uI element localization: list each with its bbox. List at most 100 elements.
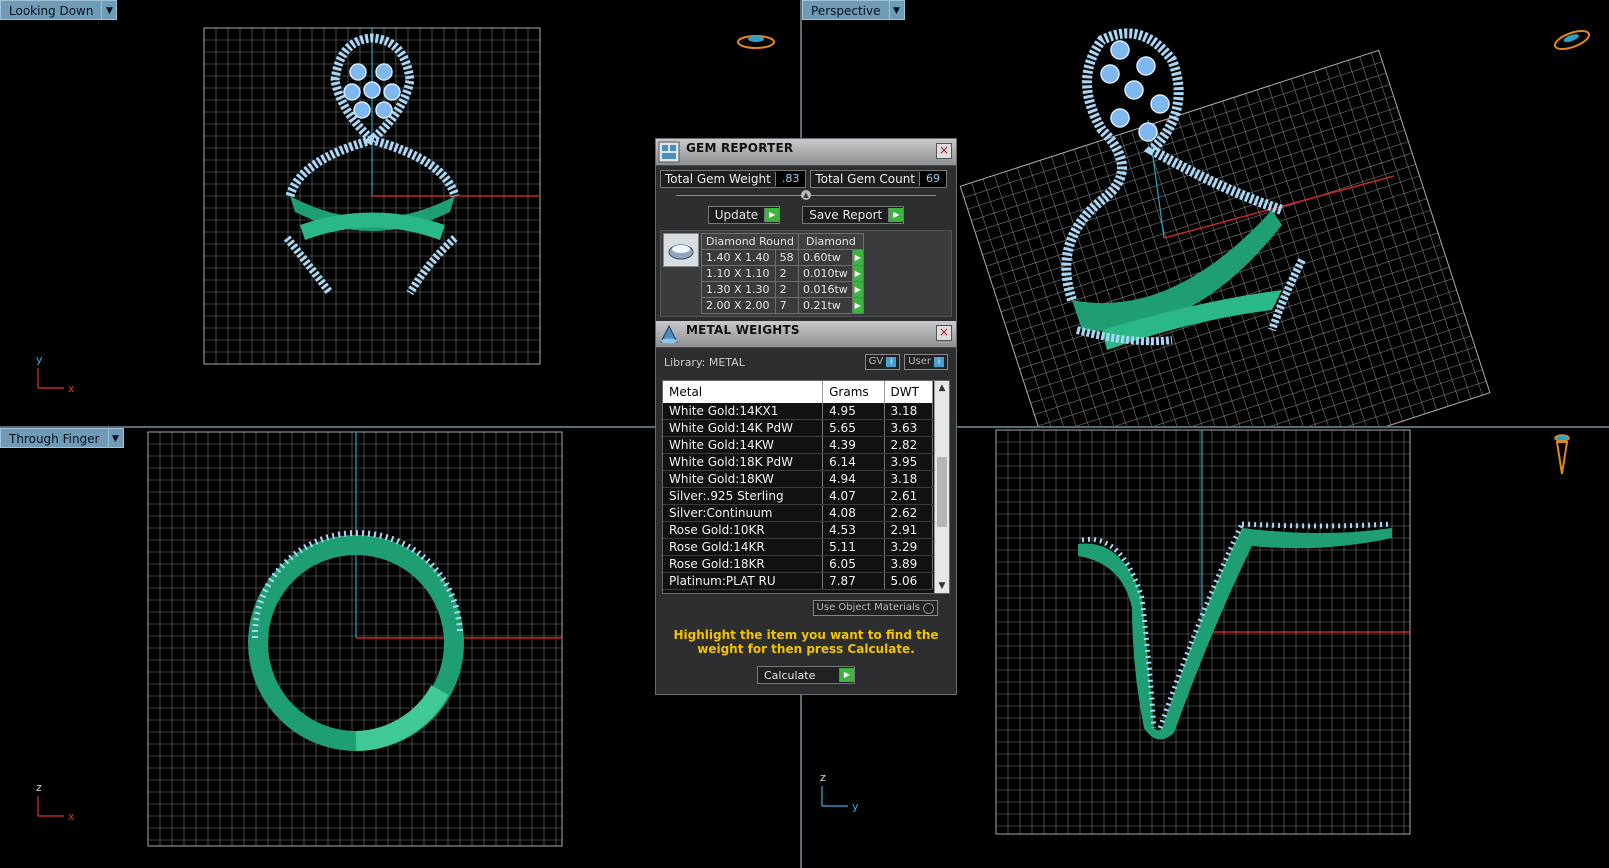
metal-dwt: 3.18 xyxy=(884,470,934,488)
metal-weights-title: METAL WEIGHTS xyxy=(686,323,800,337)
metal-name: White Gold:18K PdW xyxy=(663,453,824,471)
chevron-down-icon[interactable]: ▼ xyxy=(107,428,124,448)
view-selector-through-finger[interactable]: Through Finger ▼ xyxy=(0,428,124,448)
metal-row[interactable]: Rose Gold:14KR 5.11 3.29 xyxy=(663,538,934,556)
scroll-up-icon[interactable]: ▲ xyxy=(935,381,949,395)
close-icon[interactable]: × xyxy=(936,325,952,341)
user-label: User xyxy=(908,356,931,367)
gem-row[interactable]: 1.30 X 1.30 2 0.016tw ▶ xyxy=(701,281,864,298)
grams-column-header[interactable]: Grams xyxy=(822,381,885,403)
metal-list-scrollbar[interactable]: ▲ ▼ xyxy=(934,381,949,593)
gem-row[interactable]: 1.10 X 1.10 2 0.010tw ▶ xyxy=(701,265,864,282)
gem-reporter-title: GEM REPORTER xyxy=(686,141,794,155)
metal-grams: 4.39 xyxy=(822,436,885,454)
update-button[interactable]: Update ▶ xyxy=(707,206,781,224)
gem-row[interactable]: 2.00 X 2.00 7 0.21tw ▶ xyxy=(701,297,864,314)
dwt-column-header[interactable]: DWT xyxy=(884,381,934,403)
axis-z-label: z xyxy=(36,781,42,794)
gem-size: 1.30 X 1.30 xyxy=(701,281,776,298)
total-gem-count: Total Gem Count 69 xyxy=(810,170,948,188)
metal-dwt: 3.95 xyxy=(884,453,934,471)
gem-count: 2 xyxy=(774,281,799,298)
metal-grams: 5.65 xyxy=(822,419,885,437)
use-object-materials-label: Use Object Materials xyxy=(816,602,920,613)
gem-count: 58 xyxy=(774,249,799,266)
scroll-down-icon[interactable]: ▼ xyxy=(935,579,949,593)
select-gem-button[interactable]: ▶ xyxy=(851,265,864,282)
metal-name: Platinum:PLAT RU xyxy=(663,572,824,590)
metal-weights-titlebar[interactable]: METAL WEIGHTS × xyxy=(656,321,956,348)
metal-column-header[interactable]: Metal xyxy=(663,381,824,403)
close-icon[interactable]: × xyxy=(936,143,952,159)
collapse-knob-icon[interactable]: ▲ xyxy=(801,190,811,200)
metal-list[interactable]: Metal Grams DWT White Gold:14KX1 4.95 3.18… xyxy=(662,380,950,594)
metal-row[interactable]: White Gold:18K PdW 6.14 3.95 xyxy=(663,453,934,471)
gem-size: 1.10 X 1.10 xyxy=(701,265,776,282)
view-label: Through Finger xyxy=(0,428,108,448)
divider: ▲ xyxy=(676,190,936,200)
gem-list: Diamond Round Diamond 1.40 X 1.40 58 0.6… xyxy=(660,230,952,317)
gem-row[interactable]: 1.40 X 1.40 58 0.60tw ▶ xyxy=(701,249,864,266)
gem-shape-header: Diamond Round xyxy=(701,233,799,250)
metal-row[interactable]: Silver:Continuum 4.08 2.62 xyxy=(663,504,934,522)
gem-reporter-panel: GEM REPORTER × Total Gem Weight .83 Tota… xyxy=(655,138,957,695)
metal-row[interactable]: Silver:.925 Sterling 4.07 2.61 xyxy=(663,487,934,505)
info-icon: i xyxy=(886,357,897,367)
select-gem-button[interactable]: ▶ xyxy=(851,297,864,314)
view-cube-icon xyxy=(1554,434,1570,475)
metal-name: Rose Gold:18KR xyxy=(663,555,824,573)
metal-row[interactable]: White Gold:14KW 4.39 2.82 xyxy=(663,436,934,454)
gem-size: 2.00 X 2.00 xyxy=(701,297,776,314)
update-button-label: Update xyxy=(714,208,759,222)
view-cube-icon xyxy=(737,35,775,49)
metal-row[interactable]: Rose Gold:18KR 6.05 3.89 xyxy=(663,555,934,573)
metal-row[interactable]: Platinum:PLAT RU 7.87 5.06 xyxy=(663,572,934,590)
metal-row[interactable]: White Gold:14KX1 4.95 3.18 xyxy=(663,403,934,420)
metal-dwt: 2.61 xyxy=(884,487,934,505)
metal-row[interactable]: Rose Gold:10KR 4.53 2.91 xyxy=(663,521,934,539)
gem-count: 2 xyxy=(774,265,799,282)
construction-grid xyxy=(147,431,562,846)
instruction-text: Highlight the item you want to find the … xyxy=(673,628,939,656)
construction-grid xyxy=(959,50,1491,426)
view-selector-perspective[interactable]: Perspective ▼ xyxy=(802,0,905,20)
metal-name: White Gold:14KX1 xyxy=(663,403,824,420)
metal-row[interactable]: White Gold:14K PdW 5.65 3.63 xyxy=(663,419,934,437)
calculate-button[interactable]: Calculate ▶ xyxy=(757,666,855,684)
metal-dwt: 3.89 xyxy=(884,555,934,573)
gem-reporter-icon xyxy=(658,141,680,163)
metal-grams: 4.95 xyxy=(822,403,885,420)
gem-weight: 0.016tw xyxy=(797,281,853,298)
metal-grams: 7.87 xyxy=(822,572,885,590)
view-cube-icon xyxy=(1553,29,1591,51)
select-gem-button[interactable]: ▶ xyxy=(851,281,864,298)
user-library-button[interactable]: User i xyxy=(904,354,948,370)
save-report-button[interactable]: Save Report ▶ xyxy=(802,206,905,224)
metal-row[interactable]: White Gold:18KW 4.94 3.18 xyxy=(663,470,934,488)
total-gem-weight: Total Gem Weight .83 xyxy=(660,170,807,188)
chevron-down-icon[interactable]: ▼ xyxy=(888,0,905,20)
use-object-materials-toggle[interactable]: Use Object Materials xyxy=(812,600,938,616)
gem-weight: 0.60tw xyxy=(797,249,853,266)
gem-weight: 0.21tw xyxy=(797,297,853,314)
metal-name: Silver:Continuum xyxy=(663,504,824,522)
axis-x-label: x xyxy=(68,382,75,395)
metal-grams: 5.11 xyxy=(822,538,885,556)
metal-dwt: 2.82 xyxy=(884,436,934,454)
save-report-button-label: Save Report xyxy=(809,208,883,222)
select-gem-button[interactable]: ▶ xyxy=(851,249,864,266)
metal-name: White Gold:14K PdW xyxy=(663,419,824,437)
metal-grams: 4.53 xyxy=(822,521,885,539)
chevron-down-icon[interactable]: ▼ xyxy=(101,0,118,20)
gv-library-button[interactable]: GV i xyxy=(864,354,901,370)
axis-triad xyxy=(37,796,64,817)
total-gem-count-value: 69 xyxy=(920,171,947,187)
axis-y-label: y xyxy=(36,353,43,366)
total-gem-weight-label: Total Gem Weight xyxy=(661,172,776,186)
axis-z-label: z xyxy=(820,771,826,784)
scrollbar-thumb[interactable] xyxy=(937,457,947,527)
total-gem-count-label: Total Gem Count xyxy=(811,172,921,186)
view-selector-looking-down[interactable]: Looking Down ▼ xyxy=(0,0,118,20)
axis-y-label: y xyxy=(852,800,859,813)
gem-reporter-titlebar[interactable]: GEM REPORTER × xyxy=(656,139,956,166)
